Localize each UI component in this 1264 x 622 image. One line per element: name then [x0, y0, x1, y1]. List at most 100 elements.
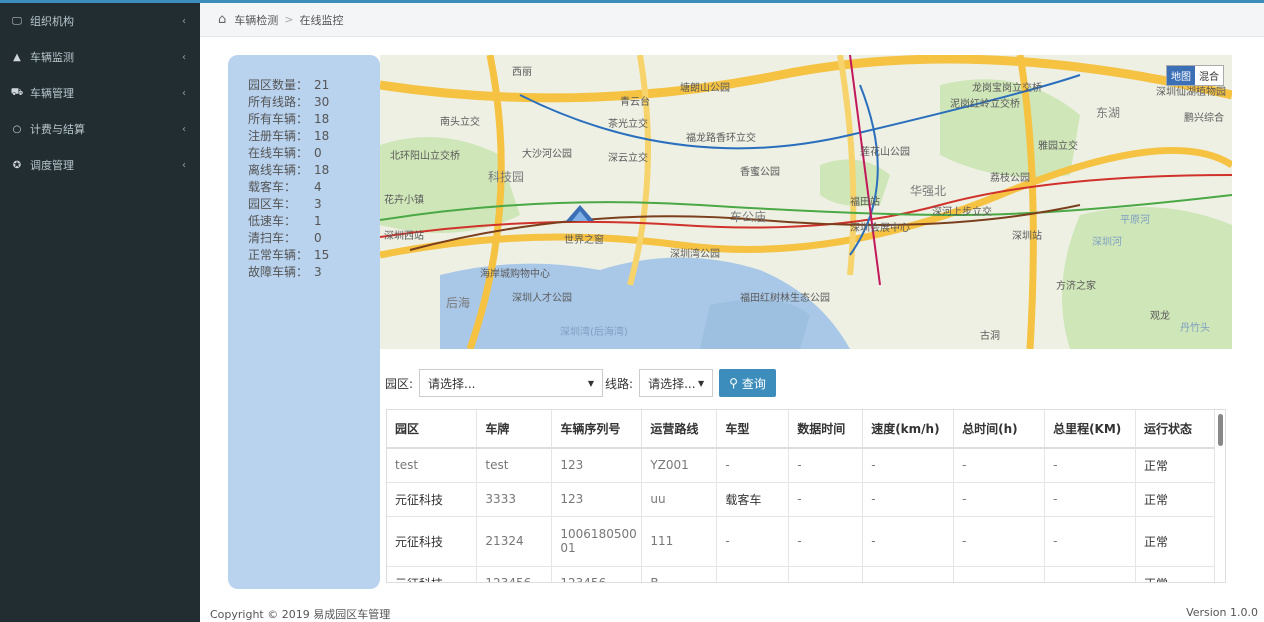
line-filter-label: 线路: — [605, 376, 634, 391]
map-type-map-button[interactable]: 地图 — [1167, 66, 1195, 85]
svg-text:青云台: 青云台 — [620, 95, 650, 108]
refresh-icon: ✪ — [12, 159, 22, 171]
stat-label: 在线车辆： — [248, 146, 309, 160]
column-header[interactable]: 总时间(h) — [953, 410, 1046, 449]
table-cell: 元征科技 — [387, 515, 478, 566]
breadcrumb-level2: 在线监控 — [299, 13, 344, 27]
stat-row: 清扫车： 0 — [248, 230, 380, 247]
caret-down-icon: ▼ — [587, 378, 595, 388]
stat-row: 所有线路： 30 — [248, 94, 380, 111]
query-button[interactable]: ⚲ 查询 — [719, 369, 776, 397]
column-header[interactable]: 总里程(KM) — [1044, 410, 1136, 449]
status-cell: 正常 — [1135, 515, 1215, 566]
chart-icon: ▲ — [13, 51, 21, 63]
map-type-hybrid-button[interactable]: 混合 — [1195, 66, 1223, 85]
line-select-value: 请选择... — [648, 376, 696, 391]
sidebar-item-vehicle-monitor[interactable]: ▲ 车辆监测 ‹ — [0, 39, 200, 75]
breadcrumb-separator: > — [284, 13, 294, 26]
stat-value: 3 — [314, 197, 322, 211]
svg-text:海岸城购物中心: 海岸城购物中心 — [480, 267, 550, 280]
table-scrollbar[interactable] — [1218, 414, 1223, 446]
svg-text:北环阳山立交桥: 北环阳山立交桥 — [390, 149, 460, 162]
svg-text:观龙: 观龙 — [1150, 309, 1170, 322]
main-content: ⌂ 车辆检测 > 在线监控 园区数量： 21 所有线路： 30 所有车辆： 18 注册… — [200, 3, 1264, 622]
version-text: Version 1.0.0 — [1186, 606, 1258, 619]
svg-text:深河上步立交: 深河上步立交 — [932, 205, 992, 218]
column-header[interactable]: 运行状态 — [1135, 410, 1215, 449]
svg-text:后海: 后海 — [446, 295, 470, 310]
svg-text:雅园立交: 雅园立交 — [1038, 139, 1078, 152]
stat-row: 在线车辆： 0 — [248, 145, 380, 162]
table-cell: 元征科技 — [387, 481, 478, 516]
stat-value: 0 — [314, 146, 322, 160]
svg-text:深云立交: 深云立交 — [608, 151, 648, 164]
map-view[interactable]: 西丽 塘朗山公园 南头立交 青云台 茶光立交 龙岗宝岗立交桥 深圳仙湖植物园 北… — [380, 55, 1232, 349]
table-cell: 111 — [641, 515, 718, 566]
sidebar-item-dispatch[interactable]: ✪ 调度管理 ‹ — [0, 147, 200, 183]
table-cell: 123456 — [476, 565, 553, 582]
table-cell: 元征科技 — [387, 565, 478, 582]
table-cell: - — [953, 565, 1046, 582]
svg-text:南头立交: 南头立交 — [440, 115, 480, 128]
svg-text:龙岗宝岗立交桥: 龙岗宝岗立交桥 — [972, 81, 1042, 94]
table-cell: 123 — [551, 447, 643, 482]
table-row[interactable]: 元征科技 123456 123456 B - - - - - 正常 — [387, 565, 1215, 582]
table-cell: test — [476, 447, 553, 482]
table-cell: uu — [641, 481, 718, 516]
filter-bar: 园区: 请选择... ▼ 线路: 请选择... ▼ ⚲ 查询 — [385, 369, 776, 397]
stat-label: 离线车辆： — [248, 163, 309, 177]
home-icon[interactable]: ⌂ — [218, 12, 226, 27]
stat-label: 载客车： — [248, 180, 297, 194]
stat-value: 21 — [314, 78, 330, 92]
sidebar-item-vehicle-manage[interactable]: ⛟ 车辆管理 ‹ — [0, 75, 200, 111]
svg-text:泥岗红岭立交桥: 泥岗红岭立交桥 — [950, 97, 1020, 110]
table-cell: - — [716, 565, 790, 582]
table-cell: 100618050001 — [551, 515, 643, 566]
svg-text:香蜜公园: 香蜜公园 — [740, 165, 780, 178]
stat-row: 园区数量： 21 — [248, 77, 380, 94]
table-cell: - — [953, 515, 1046, 566]
sidebar-item-label: 计费与结算 — [30, 123, 85, 136]
line-select[interactable]: 请选择... ▼ — [639, 369, 714, 397]
table-cell: - — [716, 515, 790, 566]
svg-text:古洞: 古洞 — [980, 329, 1000, 342]
table-cell: YZ001 — [641, 447, 718, 482]
svg-text:西丽: 西丽 — [512, 67, 532, 78]
sidebar-item-billing[interactable]: ○ 计费与结算 ‹ — [0, 111, 200, 147]
table-cell: 123456 — [551, 565, 643, 582]
park-select[interactable]: 请选择... ▼ — [419, 369, 604, 397]
chevron-left-icon: ‹ — [182, 51, 186, 63]
table-cell: - — [1044, 447, 1136, 482]
column-header[interactable]: 车型 — [716, 410, 790, 449]
svg-text:花卉小镇: 花卉小镇 — [384, 193, 424, 206]
stat-value: 18 — [314, 163, 330, 177]
column-header[interactable]: 园区 — [387, 410, 478, 449]
table-row[interactable]: 元征科技 3333 123 uu 载客车 - - - - 正常 — [387, 481, 1215, 516]
table-row[interactable]: 元征科技 21324 100618050001 111 - - - - - 正常 — [387, 515, 1215, 566]
column-header[interactable]: 运营路线 — [641, 410, 718, 449]
column-header[interactable]: 车辆序列号 — [551, 410, 643, 449]
stat-value: 30 — [314, 95, 330, 109]
table-row[interactable]: test test 123 YZ001 - - - - - 正常 — [387, 447, 1215, 482]
stat-label: 正常车辆： — [248, 248, 309, 262]
table-cell: - — [1044, 565, 1136, 582]
column-header[interactable]: 速度(km/h) — [862, 410, 955, 449]
svg-text:科技园: 科技园 — [488, 170, 524, 184]
status-cell: 正常 — [1135, 565, 1215, 582]
column-header[interactable]: 数据时间 — [788, 410, 864, 449]
svg-text:东湖: 东湖 — [1096, 105, 1120, 120]
sidebar-item-org[interactable]: 🖵 组织机构 ‹ — [0, 3, 200, 39]
breadcrumb-level1[interactable]: 车辆检测 — [234, 12, 278, 28]
svg-text:深圳湾(后海湾): 深圳湾(后海湾) — [560, 325, 628, 338]
stat-row: 所有车辆： 18 — [248, 111, 380, 128]
stat-row: 载客车： 4 — [248, 179, 380, 196]
table-cell: - — [788, 515, 864, 566]
chevron-left-icon: ‹ — [182, 15, 186, 27]
stat-label: 故障车辆： — [248, 265, 309, 279]
svg-text:大沙河公园: 大沙河公园 — [522, 147, 572, 160]
sidebar-item-label: 车辆管理 — [30, 87, 74, 100]
map-canvas[interactable]: 西丽 塘朗山公园 南头立交 青云台 茶光立交 龙岗宝岗立交桥 深圳仙湖植物园 北… — [380, 55, 1232, 349]
column-header[interactable]: 车牌 — [476, 410, 553, 449]
svg-text:深圳会展中心: 深圳会展中心 — [850, 221, 910, 234]
svg-text:福田站: 福田站 — [850, 195, 880, 208]
